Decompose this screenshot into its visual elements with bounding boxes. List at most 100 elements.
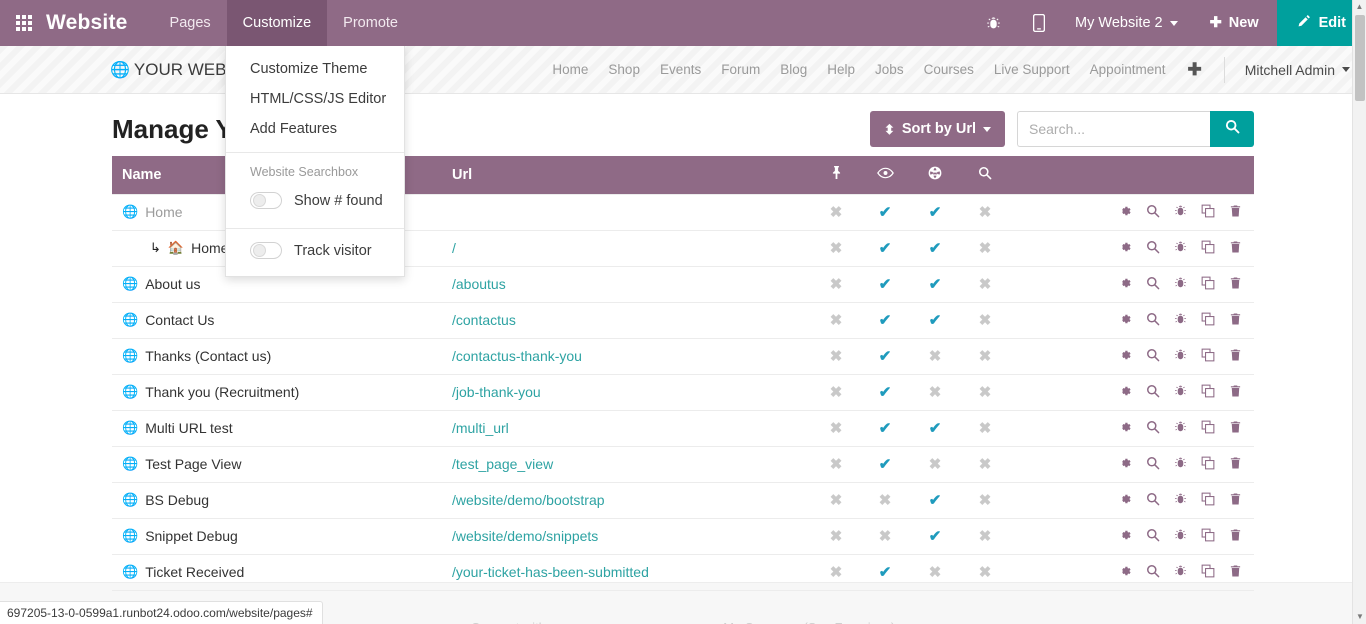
column-header-pin[interactable] bbox=[812, 156, 860, 194]
cell-state-searchable[interactable]: ✖ bbox=[960, 374, 1010, 411]
bug-icon[interactable] bbox=[1174, 312, 1187, 328]
table-row[interactable]: 🌐 Test Page View/test_page_view ✖ ✔ ✖ ✖ bbox=[112, 446, 1254, 483]
bug-icon[interactable] bbox=[1174, 240, 1187, 256]
copy-icon[interactable] bbox=[1201, 420, 1215, 436]
scroll-up-arrow-icon[interactable]: ▲ bbox=[1353, 0, 1366, 14]
menu-toggle-show-found[interactable]: Show # found bbox=[226, 187, 404, 220]
bug-icon[interactable] bbox=[1174, 276, 1187, 292]
cell-state-pin[interactable]: ✖ bbox=[812, 482, 860, 519]
search-input[interactable] bbox=[1017, 111, 1210, 147]
cell-state-searchable[interactable]: ✖ bbox=[960, 230, 1010, 267]
trash-icon[interactable] bbox=[1229, 204, 1242, 220]
cell-state-indexed[interactable]: ✔ bbox=[910, 193, 960, 231]
cell-state-published[interactable]: ✔ bbox=[860, 338, 910, 375]
table-row[interactable]: 🌐 BS Debug/website/demo/bootstrap ✖ ✖ ✔ ✖ bbox=[112, 482, 1254, 519]
trash-icon[interactable] bbox=[1229, 492, 1242, 508]
navbar-item-pages[interactable]: Pages bbox=[154, 0, 227, 46]
copy-icon[interactable] bbox=[1201, 240, 1215, 256]
gear-icon[interactable] bbox=[1118, 492, 1132, 508]
gear-icon[interactable] bbox=[1118, 384, 1132, 400]
site-link-help[interactable]: Help bbox=[827, 62, 855, 77]
search-icon[interactable] bbox=[1146, 384, 1160, 400]
cell-state-indexed[interactable]: ✖ bbox=[910, 374, 960, 411]
site-link-blog[interactable]: Blog bbox=[780, 62, 807, 77]
copy-icon[interactable] bbox=[1201, 204, 1215, 220]
cell-state-pin[interactable]: ✖ bbox=[812, 302, 860, 339]
trash-icon[interactable] bbox=[1229, 456, 1242, 472]
gear-icon[interactable] bbox=[1118, 420, 1132, 436]
bug-icon[interactable] bbox=[970, 0, 1017, 46]
copy-icon[interactable] bbox=[1201, 312, 1215, 328]
trash-icon[interactable] bbox=[1229, 384, 1242, 400]
cell-state-indexed[interactable]: ✖ bbox=[910, 338, 960, 375]
copy-icon[interactable] bbox=[1201, 564, 1215, 580]
scrollbar-thumb[interactable] bbox=[1355, 15, 1365, 101]
cell-state-published[interactable]: ✖ bbox=[860, 518, 910, 555]
bug-icon[interactable] bbox=[1174, 528, 1187, 544]
cell-state-pin[interactable]: ✖ bbox=[812, 410, 860, 447]
gear-icon[interactable] bbox=[1118, 348, 1132, 364]
table-row[interactable]: 🌐 Multi URL test/multi_url ✖ ✔ ✔ ✖ bbox=[112, 410, 1254, 447]
gear-icon[interactable] bbox=[1118, 312, 1132, 328]
cell-state-searchable[interactable]: ✖ bbox=[960, 446, 1010, 483]
search-icon[interactable] bbox=[1146, 492, 1160, 508]
cell-state-indexed[interactable]: ✔ bbox=[910, 482, 960, 519]
cell-state-pin[interactable]: ✖ bbox=[812, 230, 860, 267]
search-icon[interactable] bbox=[1146, 276, 1160, 292]
cell-state-published[interactable]: ✔ bbox=[860, 410, 910, 447]
gear-icon[interactable] bbox=[1118, 204, 1132, 220]
page-url-link[interactable]: /contactus bbox=[452, 312, 516, 328]
copy-icon[interactable] bbox=[1201, 348, 1215, 364]
cell-state-searchable[interactable]: ✖ bbox=[960, 410, 1010, 447]
search-icon[interactable] bbox=[1146, 312, 1160, 328]
table-row[interactable]: 🌐 Ticket Received/your-ticket-has-been-su… bbox=[112, 554, 1254, 591]
cell-state-pin[interactable]: ✖ bbox=[812, 374, 860, 411]
column-header-published[interactable] bbox=[860, 156, 910, 194]
cell-state-indexed[interactable]: ✔ bbox=[910, 302, 960, 339]
trash-icon[interactable] bbox=[1229, 564, 1242, 580]
search-icon[interactable] bbox=[1146, 240, 1160, 256]
website-selector[interactable]: My Website 2 bbox=[1061, 0, 1192, 46]
page-url-link[interactable]: /contactus-thank-you bbox=[452, 348, 582, 364]
cell-state-searchable[interactable]: ✖ bbox=[960, 193, 1010, 231]
page-url-link[interactable]: /your-ticket-has-been-submitted bbox=[452, 564, 649, 580]
search-icon[interactable] bbox=[1146, 204, 1160, 220]
bug-icon[interactable] bbox=[1174, 348, 1187, 364]
plus-icon[interactable]: ✚ bbox=[1185, 60, 1203, 80]
site-link-appointment[interactable]: Appointment bbox=[1090, 62, 1166, 77]
bug-icon[interactable] bbox=[1174, 564, 1187, 580]
page-url-link[interactable]: /website/demo/snippets bbox=[452, 528, 598, 544]
cell-state-searchable[interactable]: ✖ bbox=[960, 518, 1010, 555]
cell-state-indexed[interactable]: ✔ bbox=[910, 410, 960, 447]
column-header-searchable[interactable] bbox=[960, 156, 1010, 194]
cell-state-pin[interactable]: ✖ bbox=[812, 338, 860, 375]
gear-icon[interactable] bbox=[1118, 564, 1132, 580]
cell-state-published[interactable]: ✔ bbox=[860, 230, 910, 267]
bug-icon[interactable] bbox=[1174, 420, 1187, 436]
page-url-link[interactable]: /aboutus bbox=[452, 276, 506, 292]
search-icon[interactable] bbox=[1146, 528, 1160, 544]
search-icon[interactable] bbox=[1146, 348, 1160, 364]
gear-icon[interactable] bbox=[1118, 456, 1132, 472]
cell-state-pin[interactable]: ✖ bbox=[812, 518, 860, 555]
copy-icon[interactable] bbox=[1201, 456, 1215, 472]
apps-menu-button[interactable] bbox=[0, 0, 46, 46]
table-row[interactable]: 🌐 Thank you (Recruitment) /job-thank-you ✖ ✔… bbox=[112, 374, 1254, 411]
site-link-shop[interactable]: Shop bbox=[608, 62, 640, 77]
site-link-jobs[interactable]: Jobs bbox=[875, 62, 904, 77]
copy-icon[interactable] bbox=[1201, 276, 1215, 292]
scroll-down-arrow-icon[interactable]: ▼ bbox=[1353, 610, 1366, 624]
site-link-events[interactable]: Events bbox=[660, 62, 701, 77]
cell-state-published[interactable]: ✔ bbox=[860, 446, 910, 483]
gear-icon[interactable] bbox=[1118, 528, 1132, 544]
app-brand[interactable]: Website bbox=[46, 0, 154, 46]
cell-state-published[interactable]: ✔ bbox=[860, 374, 910, 411]
page-url-link[interactable]: /test_page_view bbox=[452, 456, 553, 472]
cell-state-searchable[interactable]: ✖ bbox=[960, 338, 1010, 375]
gear-icon[interactable] bbox=[1118, 276, 1132, 292]
trash-icon[interactable] bbox=[1229, 348, 1242, 364]
cell-state-indexed[interactable]: ✔ bbox=[910, 518, 960, 555]
cell-state-published[interactable]: ✖ bbox=[860, 482, 910, 519]
table-row[interactable]: 🌐 Contact Us/contactus ✖ ✔ ✔ ✖ bbox=[112, 302, 1254, 339]
cell-state-indexed[interactable]: ✖ bbox=[910, 446, 960, 483]
